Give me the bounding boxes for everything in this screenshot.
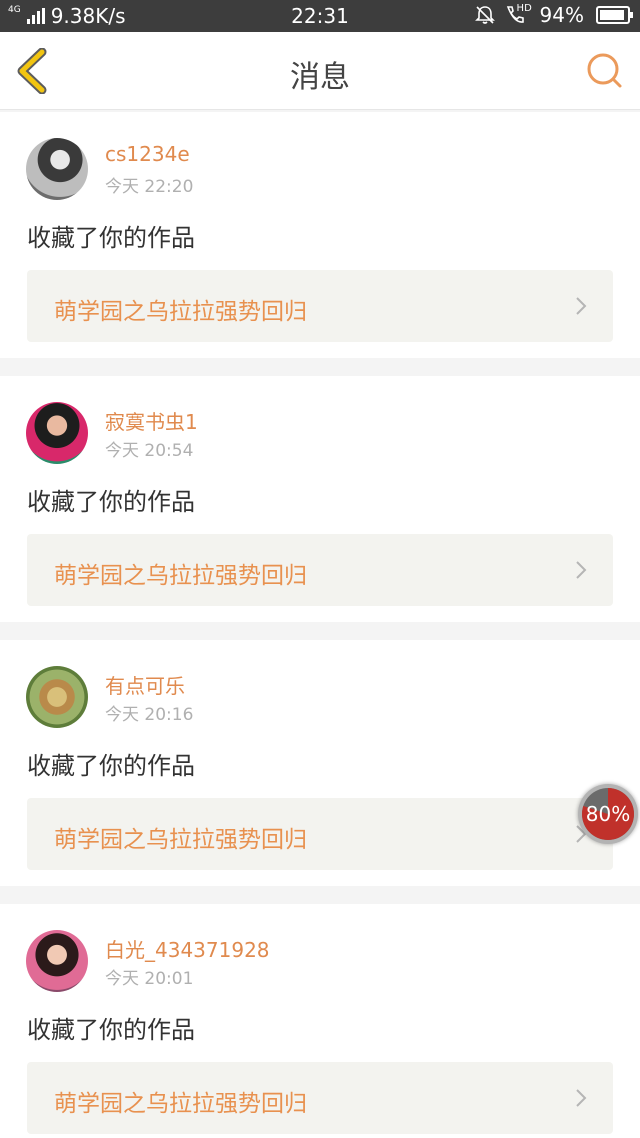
message-card: 有点可乐 今天 20:16 收藏了你的作品 萌学园之乌拉拉强势回归 (0, 640, 640, 886)
search-button[interactable] (584, 50, 626, 92)
message-action: 收藏了你的作品 (27, 1016, 195, 1044)
message-action: 收藏了你的作品 (27, 488, 195, 516)
chevron-right-icon (576, 1089, 587, 1107)
work-link[interactable]: 萌学园之乌拉拉强势回归 (27, 1062, 613, 1134)
work-link[interactable]: 萌学园之乌拉拉强势回归 (27, 798, 613, 870)
work-title: 萌学园之乌拉拉强势回归 (54, 1091, 307, 1117)
page-title: 消息 (290, 60, 350, 95)
message-card: 白光_434371928 今天 20:01 收藏了你的作品 萌学园之乌拉拉强势回… (0, 904, 640, 1138)
floating-progress-badge[interactable]: 80% (578, 784, 638, 844)
message-time: 今天 20:16 (105, 705, 194, 725)
message-action: 收藏了你的作品 (27, 224, 195, 252)
avatar[interactable] (26, 666, 88, 728)
battery-percent: 94% (539, 3, 584, 27)
work-title: 萌学园之乌拉拉强势回归 (54, 299, 307, 325)
work-link[interactable]: 萌学园之乌拉拉强势回归 (27, 270, 613, 342)
status-bar: 4G 9.38K/s 22:31 HD 94% (0, 0, 640, 32)
progress-label: 80% (585, 802, 631, 826)
username[interactable]: 白光_434371928 (105, 934, 270, 963)
message-action: 收藏了你的作品 (27, 752, 195, 780)
status-right: HD 94% (474, 3, 633, 27)
nav-bar: 消息 (0, 32, 640, 110)
avatar[interactable] (26, 402, 88, 464)
message-time: 今天 20:54 (105, 441, 194, 461)
avatar[interactable] (26, 138, 88, 200)
chevron-right-icon (576, 561, 587, 579)
work-link[interactable]: 萌学园之乌拉拉强势回归 (27, 534, 613, 606)
work-title: 萌学园之乌拉拉强势回归 (54, 563, 307, 589)
chevron-right-icon (576, 297, 587, 315)
username[interactable]: 有点可乐 (105, 670, 185, 699)
bell-muted-icon (474, 6, 495, 24)
message-time: 今天 20:01 (105, 969, 194, 989)
search-icon (587, 53, 622, 88)
avatar[interactable] (26, 930, 88, 992)
hd-call-icon: HD (504, 3, 532, 26)
username[interactable]: cs1234e (105, 142, 190, 166)
username[interactable]: 寂寞书虫1 (105, 406, 198, 435)
message-time: 今天 22:20 (105, 177, 194, 197)
hd-label: HD (516, 3, 532, 14)
work-title: 萌学园之乌拉拉强势回归 (54, 827, 307, 853)
message-card: 寂寞书虫1 今天 20:54 收藏了你的作品 萌学园之乌拉拉强势回归 (0, 376, 640, 622)
message-card: cs1234e 今天 22:20 收藏了你的作品 萌学园之乌拉拉强势回归 (0, 112, 640, 358)
battery-icon (596, 6, 633, 24)
